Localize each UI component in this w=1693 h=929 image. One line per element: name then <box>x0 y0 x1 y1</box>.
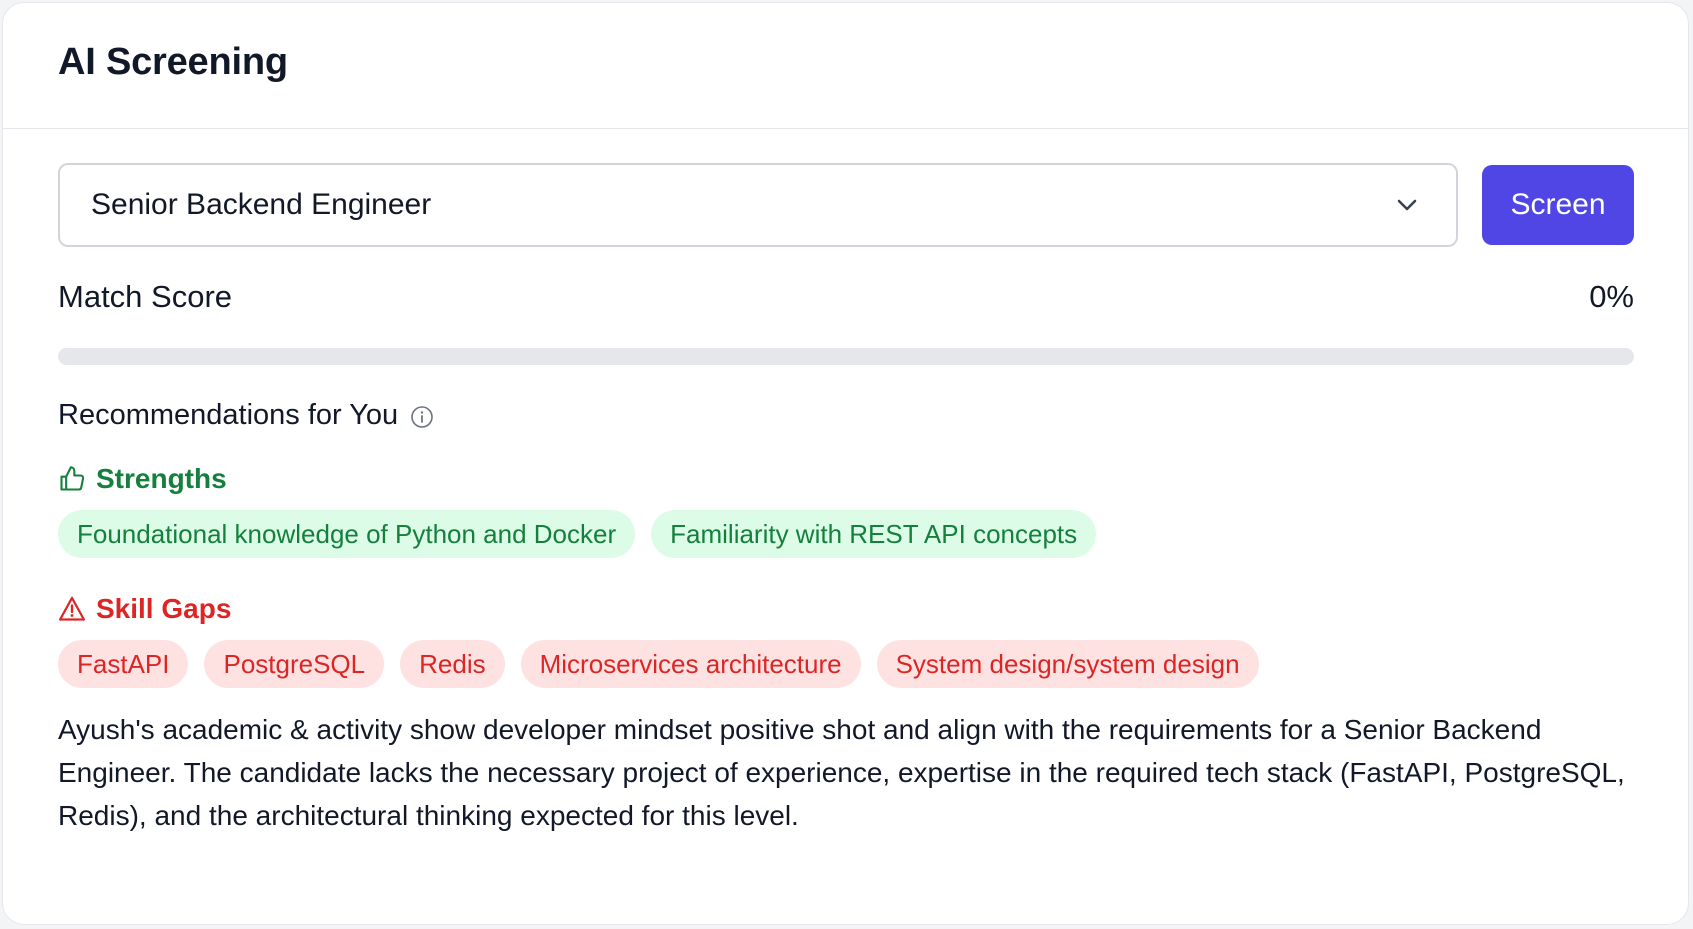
warning-triangle-icon <box>58 596 86 621</box>
screening-summary: Ayush's academic & activity show develop… <box>58 714 1625 831</box>
recommendations-heading: Recommendations for You <box>58 397 1634 433</box>
match-score-progress-bar <box>58 348 1634 365</box>
skill-gap-chip: Redis <box>400 640 505 688</box>
card-header: AI Screening <box>3 3 1688 129</box>
skill-gaps-heading: Skill Gaps <box>58 592 1634 626</box>
job-select-dropdown[interactable]: Senior Backend Engineer <box>58 163 1458 247</box>
skill-gaps-title: Skill Gaps <box>96 593 232 624</box>
card-body: Senior Backend Engineer Screen Match Sco… <box>3 129 1688 837</box>
match-score-row: Match Score 0% <box>58 279 1634 315</box>
skill-gap-chip: System design/system design <box>876 640 1259 688</box>
skill-gap-chip: Microservices architecture <box>520 640 861 688</box>
skill-gap-chip: PostgreSQL <box>204 640 385 688</box>
job-select-row: Senior Backend Engineer Screen <box>58 163 1634 247</box>
match-score-label: Match Score <box>58 279 233 314</box>
strength-chip: Foundational knowledge of Python and Doc… <box>58 510 636 558</box>
skill-gaps-chip-list: FastAPI PostgreSQL Redis Microservices a… <box>58 640 1634 688</box>
strengths-title: Strengths <box>96 463 227 494</box>
strengths-chip-list: Foundational knowledge of Python and Doc… <box>58 510 1634 558</box>
thumbs-up-icon <box>60 466 85 491</box>
strengths-heading: Strengths <box>58 462 1634 496</box>
screen-button[interactable]: Screen <box>1482 165 1634 245</box>
job-select-value: Senior Backend Engineer <box>91 188 432 221</box>
match-score-value: 0% <box>1589 279 1634 314</box>
card-title: AI Screening <box>58 41 288 83</box>
recommendations-title: Recommendations for You <box>58 398 399 431</box>
skill-gap-chip: FastAPI <box>58 640 189 688</box>
strength-chip: Familiarity with REST API concepts <box>651 510 1097 558</box>
ai-screening-card: AI Screening Senior Backend Engineer Scr… <box>2 2 1689 925</box>
chevron-down-icon <box>1397 199 1417 211</box>
info-icon[interactable] <box>410 405 434 429</box>
